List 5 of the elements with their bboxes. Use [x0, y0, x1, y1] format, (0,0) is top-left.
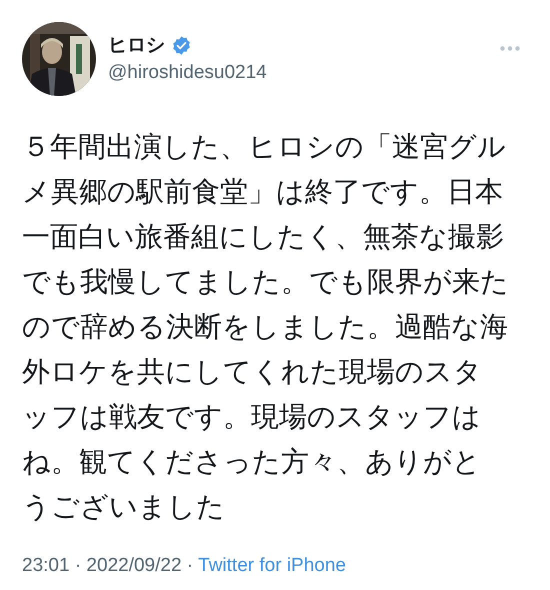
- tweet-timestamp: 23:01 · 2022/09/22 ·: [22, 555, 194, 577]
- author-handle[interactable]: @hiroshidesu0214: [108, 62, 500, 84]
- tweet-text: ５年間出演した、ヒロシの「迷宮グルメ異郷の駅前食堂」は終了です。日本一面白い旅番組にしたく、無茶な撮影でも我慢してました。でも限界が来たので辞める決断をしました。過酷な海外ロケを共にしてくれた現場のスタッフは戦友です。現場のスタッフはね。観てくださった方々、ありがとうございました: [22, 129, 510, 525]
- author-name[interactable]: ヒロシ: [108, 32, 165, 58]
- source-link[interactable]: Twitter for iPhone: [198, 555, 346, 577]
